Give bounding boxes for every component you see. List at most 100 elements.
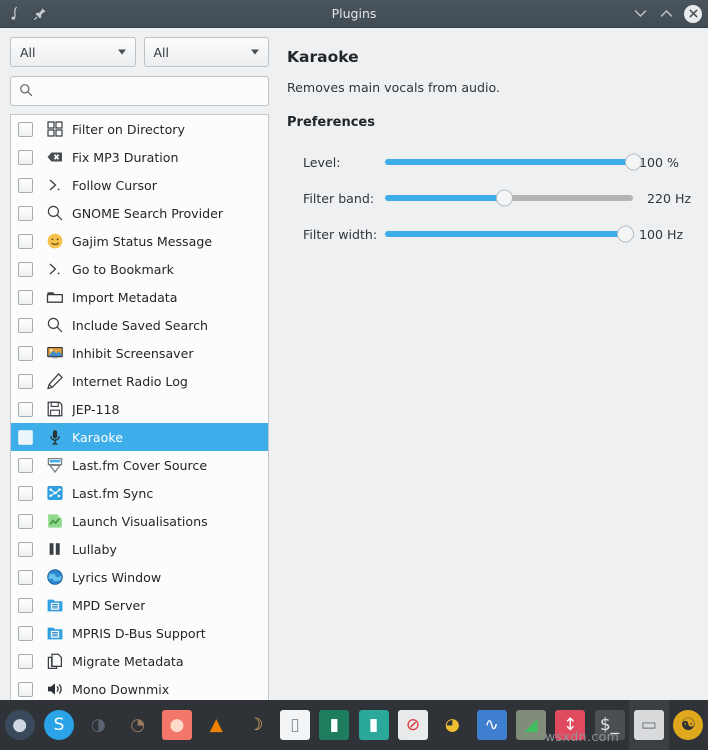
desktop-root: Plugins All All (0, 0, 708, 750)
search-input[interactable] (39, 83, 260, 100)
slider-fill (385, 231, 626, 237)
plugin-name: Import Metadata (72, 290, 177, 305)
plugin-enable-checkbox[interactable] (18, 290, 33, 305)
taskbar-item-equalizer[interactable]: ↕ (551, 700, 590, 750)
taskbar-item-teapot[interactable]: ◕ (433, 700, 472, 750)
minimize-button[interactable] (632, 6, 648, 22)
taskbar-item-yin-yang-app[interactable]: ☯ (669, 700, 708, 750)
plugin-enable-checkbox[interactable] (18, 458, 33, 473)
plugin-row-go-to-bookmark[interactable]: Go to Bookmark (11, 255, 268, 283)
plugin-enable-checkbox[interactable] (18, 262, 33, 277)
plugins-sidebar: All All Filter on Dir (0, 28, 279, 700)
plugin-row-launch-visualisations[interactable]: Launch Visualisations (11, 507, 268, 535)
taskbar-item-libreoffice-calc[interactable]: ▮ (315, 700, 354, 750)
plugin-row-jep-118[interactable]: JEP-118 (11, 395, 268, 423)
slider-thumb[interactable] (496, 190, 513, 207)
plugin-list[interactable]: Filter on Directory Fix MP3 Duration Follo… (10, 114, 269, 700)
plugin-enable-checkbox[interactable] (18, 626, 33, 641)
plugin-enable-checkbox[interactable] (18, 430, 33, 445)
maximize-button[interactable] (658, 6, 674, 22)
slider-fill (385, 195, 504, 201)
taskbar-item-shutter[interactable]: ◑ (79, 700, 118, 750)
plugin-row-import-metadata[interactable]: Import Metadata (11, 283, 268, 311)
search-icon (19, 82, 33, 101)
taskbar-item-moon-clip[interactable]: ☽ (236, 700, 275, 750)
plugin-name: Fix MP3 Duration (72, 150, 178, 165)
filter-category-dropdown[interactable]: All (10, 37, 136, 67)
window-titlebar: Plugins (0, 0, 708, 28)
plugin-enable-checkbox[interactable] (18, 318, 33, 333)
plugin-row-fix-mp3-duration[interactable]: Fix MP3 Duration (11, 143, 268, 171)
plugin-enable-checkbox[interactable] (18, 682, 33, 697)
plugin-row-last-fm-sync[interactable]: Last.fm Sync (11, 479, 268, 507)
preference-row: Level:100 % (287, 144, 694, 180)
preference-row: Filter band:220 Hz (287, 180, 694, 216)
taskbar-item-landscape-chart[interactable]: ◢ (511, 700, 550, 750)
taskbar-item-firefox-dev[interactable]: ◔ (118, 700, 157, 750)
taskbar-item-terminal[interactable]: $_ (590, 700, 629, 750)
plugin-row-internet-radio-log[interactable]: Internet Radio Log (11, 367, 268, 395)
smiley-icon (44, 232, 66, 250)
plugin-row-lyrics-window[interactable]: Lyrics Window (11, 563, 268, 591)
taskbar-item-software-updater[interactable]: ▭ (629, 700, 668, 750)
plugin-row-inhibit-screensaver[interactable]: Inhibit Screensaver (11, 339, 268, 367)
plugin-enable-checkbox[interactable] (18, 178, 33, 193)
slider-thumb[interactable] (617, 226, 634, 243)
taskbar-item-skype[interactable]: S (39, 700, 78, 750)
slider-thumb[interactable] (625, 154, 642, 171)
plugin-name: Last.fm Sync (72, 486, 153, 501)
plugin-row-migrate-metadata[interactable]: Migrate Metadata (11, 647, 268, 675)
plugin-enable-checkbox[interactable] (18, 234, 33, 249)
plugin-row-mono-downmix[interactable]: Mono Downmix (11, 675, 268, 700)
plugin-enable-checkbox[interactable] (18, 150, 33, 165)
preference-slider[interactable] (385, 188, 633, 208)
plugin-enable-checkbox[interactable] (18, 374, 33, 389)
plugin-enable-checkbox[interactable] (18, 598, 33, 613)
plugin-row-follow-cursor[interactable]: Follow Cursor (11, 171, 268, 199)
taskbar-item-book-reader[interactable]: ▮ (354, 700, 393, 750)
plugin-row-last-fm-cover-source[interactable]: Last.fm Cover Source (11, 451, 268, 479)
pin-icon[interactable] (31, 5, 48, 22)
plugin-enable-checkbox[interactable] (18, 570, 33, 585)
chevron-down-icon (251, 50, 259, 55)
plugin-name: Inhibit Screensaver (72, 346, 194, 361)
plugin-row-lullaby[interactable]: Lullaby (11, 535, 268, 563)
preference-slider[interactable] (385, 152, 633, 172)
plugin-row-include-saved-search[interactable]: Include Saved Search (11, 311, 268, 339)
download-box-icon (44, 456, 66, 474)
plugin-enable-checkbox[interactable] (18, 122, 33, 137)
plugin-row-gajim-status-message[interactable]: Gajim Status Message (11, 227, 268, 255)
filter-status-dropdown[interactable]: All (144, 37, 270, 67)
plugin-row-mpris-d-bus-support[interactable]: MPRIS D-Bus Support (11, 619, 268, 647)
plugin-enable-checkbox[interactable] (18, 402, 33, 417)
plugin-name: MPD Server (72, 598, 145, 613)
plugin-enable-checkbox[interactable] (18, 486, 33, 501)
plugin-row-gnome-search-provider[interactable]: GNOME Search Provider (11, 199, 268, 227)
software-updater-icon: ▭ (634, 710, 664, 740)
plugin-row-mpd-server[interactable]: MPD Server (11, 591, 268, 619)
plugin-enable-checkbox[interactable] (18, 542, 33, 557)
plugin-enable-checkbox[interactable] (18, 514, 33, 529)
plugin-enable-checkbox[interactable] (18, 654, 33, 669)
preference-slider[interactable] (385, 224, 633, 244)
plugin-row-filter-on-directory[interactable]: Filter on Directory (11, 115, 268, 143)
plugin-row-karaoke[interactable]: Karaoke (11, 423, 268, 451)
taskbar-item-libreoffice-writer[interactable]: ▯ (275, 700, 314, 750)
teapot-icon: ◕ (437, 710, 467, 740)
yin-yang-app-icon: ☯ (673, 710, 703, 740)
taskbar-item-vlc[interactable]: ▲ (197, 700, 236, 750)
taskbar-item-blocked-doc[interactable]: ⊘ (393, 700, 432, 750)
libreoffice-writer-icon: ▯ (280, 710, 310, 740)
taskbar-item-image-viewer[interactable]: ● (157, 700, 196, 750)
plugin-details-pane: Karaoke Removes main vocals from audio. … (279, 28, 708, 700)
taskbar-item-steam[interactable]: ● (0, 700, 39, 750)
close-button[interactable] (684, 5, 702, 23)
plugin-enable-checkbox[interactable] (18, 206, 33, 221)
taskbar-item-audio-wave[interactable]: ∿ (472, 700, 511, 750)
preference-row: Filter width:100 Hz (287, 216, 694, 252)
folder-icon (44, 288, 66, 306)
tag-x-icon (44, 148, 66, 166)
plugin-enable-checkbox[interactable] (18, 346, 33, 361)
search-box[interactable] (10, 76, 269, 106)
titlebar-left-icons (6, 5, 86, 22)
